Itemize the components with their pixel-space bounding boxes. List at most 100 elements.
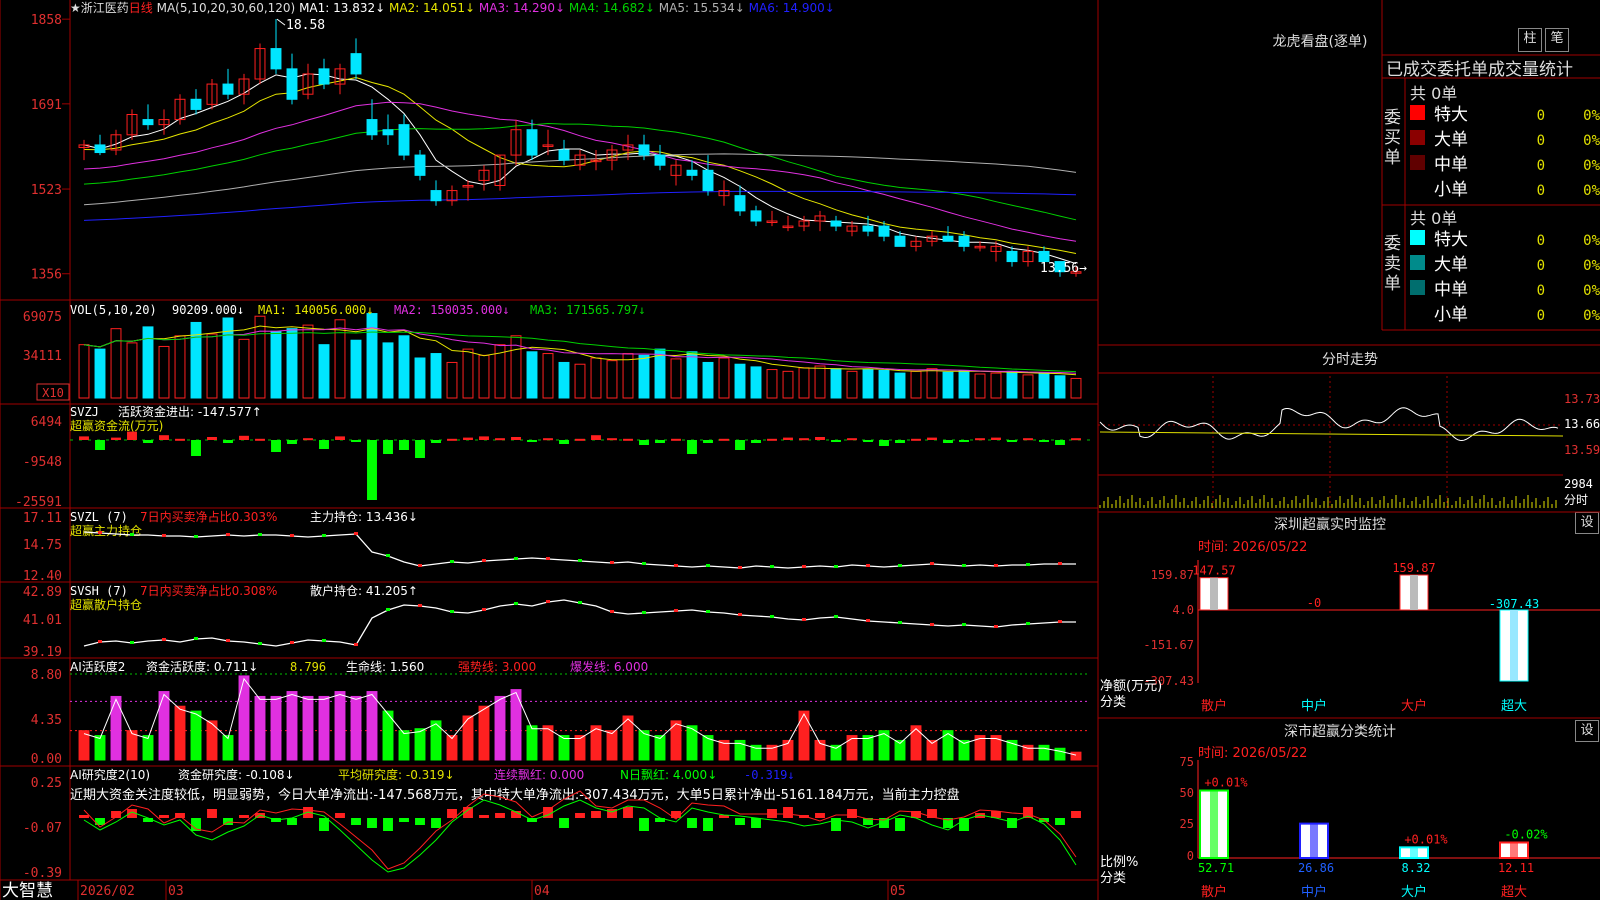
svzl-tick-mark — [322, 534, 326, 537]
ai-active-bar — [942, 730, 954, 761]
candle — [654, 144, 666, 171]
ai-research-bar — [703, 818, 713, 831]
classify-change: +0.01% — [1404, 832, 1448, 846]
candle — [734, 185, 746, 216]
candle — [302, 63, 314, 100]
ai-active-bar — [158, 691, 170, 761]
svzj-bar — [863, 440, 873, 442]
svsh-tick-mark — [194, 637, 198, 640]
ai-research-title: AI研究度2(10) — [70, 767, 150, 782]
ai-active-bar — [478, 705, 490, 761]
volume-bar — [926, 368, 938, 399]
svsh-tick-mark — [930, 623, 934, 626]
svzj-bar — [383, 440, 393, 454]
volume-bar — [798, 367, 810, 399]
svzl-tick-mark — [738, 566, 742, 569]
svzj-bar — [111, 437, 121, 440]
classify-change: +0.01% — [1204, 776, 1248, 790]
candle-body — [94, 144, 106, 154]
svsh-tick-mark — [738, 613, 742, 616]
candle — [238, 73, 250, 105]
candle — [94, 134, 106, 156]
svzj-bar — [95, 440, 105, 450]
svzj-subtitle: 超赢资金流(万元) — [70, 418, 163, 433]
svzj-bar — [975, 438, 985, 441]
ma-line-20 — [83, 101, 1077, 242]
candle-body — [558, 149, 570, 161]
svzl-tick-mark — [194, 535, 198, 538]
svzj-bar — [671, 438, 681, 441]
classify-bar-value: 52.71 — [1198, 861, 1234, 875]
candle-body — [350, 53, 362, 75]
candle — [862, 215, 874, 237]
ai-research-bar — [207, 809, 217, 818]
order-pct: 0% — [1583, 183, 1600, 199]
order-type-label: 中单 — [1434, 155, 1468, 175]
candle-body — [878, 225, 890, 237]
svzj-bar — [511, 437, 521, 440]
volume-bar — [206, 333, 218, 399]
candle — [254, 43, 266, 85]
order-type-label: 中单 — [1434, 280, 1468, 300]
candle — [350, 38, 362, 79]
vol-ma-value: MA2: 150035.000↓ — [394, 303, 510, 317]
svzj-bar — [591, 435, 601, 440]
candle-body — [190, 98, 202, 110]
ai-research-y-tick: -0.07 — [23, 821, 62, 836]
candle — [526, 119, 538, 161]
ai-research-bar — [639, 818, 649, 831]
candle-body — [638, 144, 650, 156]
svzl-tick-mark — [514, 557, 518, 560]
volume-bar — [814, 365, 826, 399]
classify-bar-shade — [1210, 790, 1218, 858]
vol-y-tick: 34111 — [23, 349, 62, 364]
candle — [670, 160, 682, 186]
svzj-bar — [831, 440, 841, 442]
svzj-bar — [735, 440, 745, 450]
order-swatch — [1410, 230, 1425, 245]
monitor-bar-shade — [1410, 575, 1418, 610]
svsh-tick-mark — [962, 623, 966, 626]
svzj-bar — [1055, 440, 1065, 445]
svzj-bar — [607, 438, 617, 441]
svzl-tick-mark — [674, 564, 678, 567]
monitor-bar — [1199, 577, 1229, 611]
volume-bar — [910, 370, 922, 399]
svzj-bar — [783, 437, 793, 440]
ai-research-bar — [847, 809, 857, 818]
svzl-tick-mark — [642, 562, 646, 565]
svzj-bar — [943, 440, 953, 443]
candle-body — [398, 124, 410, 156]
svzj-bar — [319, 440, 329, 449]
order-type-label: 小单 — [1434, 180, 1468, 200]
volume-bar — [126, 342, 138, 399]
ai-research-bar — [1055, 818, 1065, 825]
candle — [830, 215, 842, 232]
chart-canvas[interactable]: 1858 1691 1523 1356 18.58 13.56→ VOL(5,10,20) 9… — [0, 0, 1600, 900]
main-y-tick: 1523 — [31, 183, 62, 198]
candle — [222, 68, 234, 100]
ai-research-v4: N日飘红: 4.000↓ — [620, 767, 717, 782]
candle — [190, 89, 202, 115]
svzj-bar — [927, 437, 937, 440]
svzj-bar — [431, 440, 441, 443]
svzj-bar — [271, 440, 281, 452]
monitor-y-tick: 159.87 — [1151, 568, 1194, 582]
svsh-line — [83, 599, 1076, 647]
candle — [1006, 246, 1018, 267]
svzl-tick-mark — [482, 559, 486, 562]
monitor-ylabel: 净额(万元) — [1100, 679, 1162, 694]
svzj-bar — [815, 437, 825, 440]
svsh-y-tick: 41.01 — [23, 613, 62, 628]
svzj-bar — [527, 440, 537, 442]
volume-bar — [958, 369, 970, 399]
main-y-tick: 1858 — [31, 13, 62, 28]
candle — [590, 150, 602, 171]
svsh-y-tick: 39.19 — [23, 645, 62, 660]
svzj-bar — [159, 435, 169, 440]
svzj-bar — [447, 438, 457, 441]
volume-bar — [222, 317, 234, 399]
svzj-bar — [639, 440, 649, 445]
ma-line-30 — [83, 122, 1077, 221]
svzl-tick-mark — [962, 564, 966, 567]
